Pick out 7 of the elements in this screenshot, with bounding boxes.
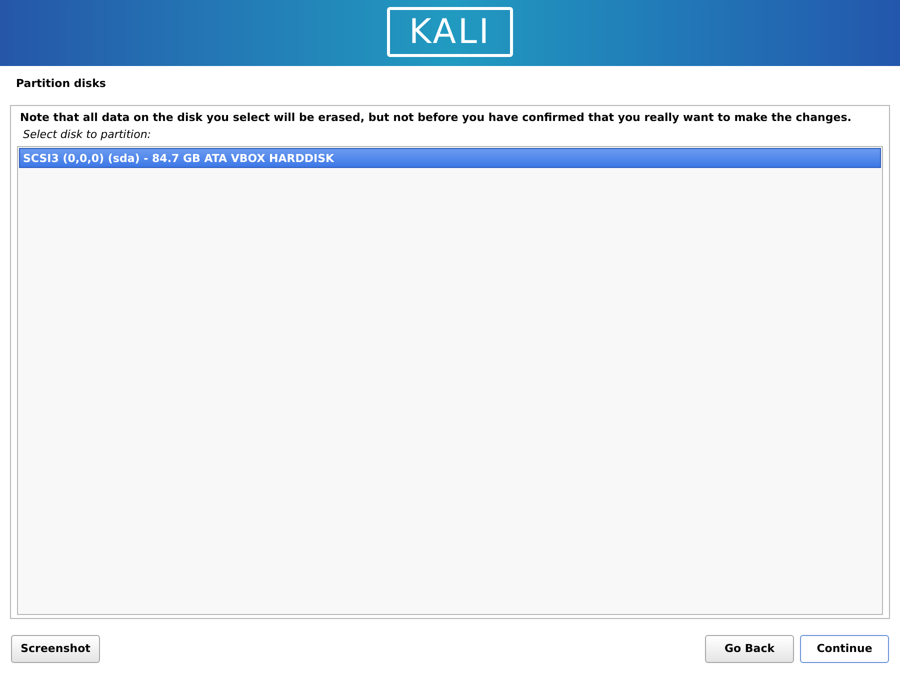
dialog-button[interactable]: Screenshot: [11, 635, 100, 663]
page-title: Partition disks: [15, 76, 107, 92]
logo-text: KALI: [409, 15, 491, 49]
warning-text: Note that all data on the disk you select will be erased, but not before you have confirmed that you really want to make the changes.: [19, 111, 852, 125]
prompt-label: Select disk to partition:: [22, 128, 152, 142]
dialog-button[interactable]: Continue: [800, 635, 889, 663]
dialog-button[interactable]: Go Back: [705, 635, 794, 663]
